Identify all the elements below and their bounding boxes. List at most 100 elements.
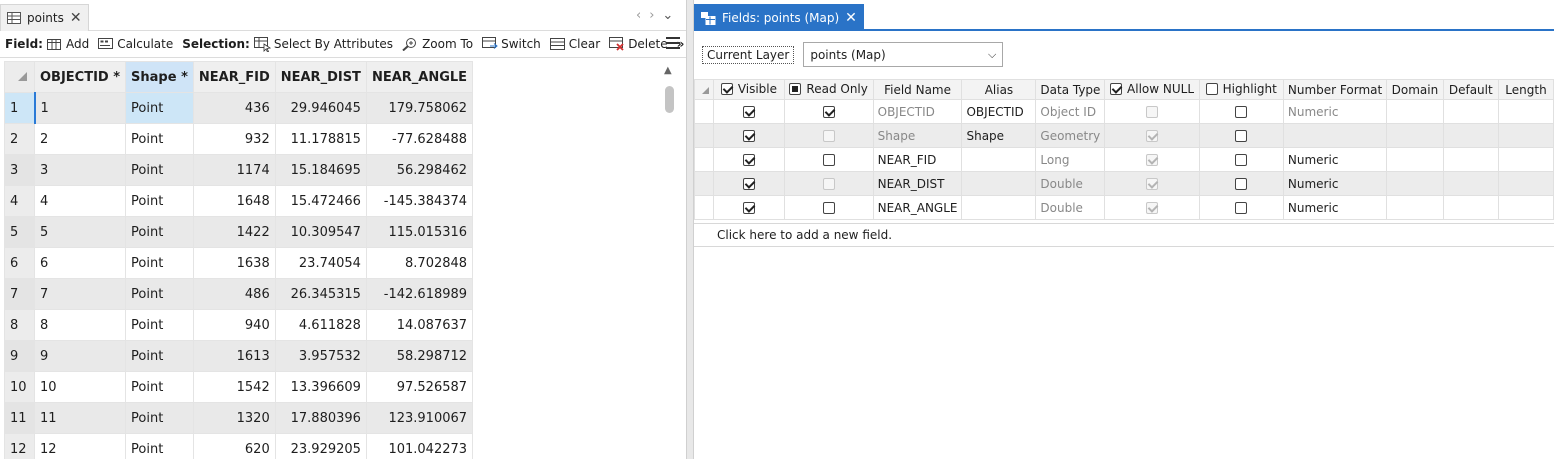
table-row[interactable]: 11 11 Point 1320 17.880396 123.910067 [4,402,474,434]
allow-null-checkbox[interactable] [1146,130,1159,142]
cell-alias[interactable]: Shape [961,123,1037,148]
table-row[interactable]: 9 9 Point 1613 3.957532 58.298712 [4,340,474,372]
cell-near-fid[interactable]: 1638 [192,247,276,279]
row-number[interactable]: 7 [4,278,35,310]
cell-length[interactable] [1497,171,1554,196]
cell-near-dist[interactable]: 4.611828 [274,309,367,341]
highlight-checkbox[interactable] [1235,130,1248,142]
cell-near-angle[interactable]: -145.384374 [365,185,474,217]
cell-read-only[interactable] [783,123,874,148]
cell-default[interactable] [1442,195,1499,220]
cell-objectid[interactable]: 4 [33,185,127,217]
menu-icon[interactable] [666,37,680,49]
scrollbar-thumb[interactable] [665,86,674,113]
cell-visible[interactable] [713,123,785,148]
cell-near-angle[interactable]: 101.042273 [365,433,474,459]
cell-data-type[interactable]: Double [1035,195,1106,220]
tab-fields-points[interactable]: Fields: points (Map) ✕ [694,4,864,31]
header-number-format[interactable]: Number Format [1282,79,1388,100]
current-layer-dropdown[interactable]: points (Map) ⌵ [803,42,1004,67]
cell-number-format[interactable]: Numeric [1282,99,1388,124]
row-handle[interactable] [693,147,715,172]
row-number[interactable]: 4 [4,185,35,217]
column-header-near-dist[interactable]: NEAR_DIST [274,61,367,93]
cell-near-fid[interactable]: 1613 [192,340,276,372]
cell-allow-null[interactable] [1104,123,1200,148]
cell-near-fid[interactable]: 620 [192,433,276,459]
add-field-button[interactable]: Add [46,37,89,51]
cell-default[interactable] [1442,171,1499,196]
cell-data-type[interactable]: Geometry [1035,123,1106,148]
row-handle[interactable] [693,171,715,196]
highlight-all-checkbox[interactable] [1205,82,1218,95]
cell-shape[interactable]: Point [125,371,194,403]
cell-highlight[interactable] [1198,171,1284,196]
table-row[interactable]: 6 6 Point 1638 23.74054 8.702848 [4,247,474,279]
cell-shape[interactable]: Point [125,185,194,217]
row-number[interactable]: 11 [4,402,35,434]
cell-visible[interactable] [713,147,785,172]
cell-objectid[interactable]: 9 [33,340,127,372]
table-row[interactable]: 3 3 Point 1174 15.184695 56.298462 [4,154,474,186]
cell-near-angle[interactable]: 8.702848 [365,247,474,279]
cell-shape[interactable]: Point [125,340,194,372]
table-row[interactable]: 7 7 Point 486 26.345315 -142.618989 [4,278,474,310]
cell-visible[interactable] [713,195,785,220]
cell-number-format[interactable]: Numeric [1282,195,1388,220]
cell-length[interactable] [1497,147,1554,172]
cell-field-name[interactable]: NEAR_DIST [872,171,963,196]
cell-near-dist[interactable]: 15.184695 [274,154,367,186]
cell-shape[interactable]: Point [125,123,194,155]
cell-near-fid[interactable]: 1422 [192,216,276,248]
cell-near-dist[interactable]: 11.178815 [274,123,367,155]
cell-near-angle[interactable]: 115.015316 [365,216,474,248]
row-number[interactable]: 12 [4,433,35,459]
cell-length[interactable] [1497,123,1554,148]
zoom-to-button[interactable]: Zoom To [402,37,473,51]
cell-read-only[interactable] [783,171,874,196]
cell-domain[interactable] [1386,171,1444,196]
field-row[interactable]: Shape Shape Geometry [693,123,1554,148]
table-row[interactable]: 5 5 Point 1422 10.309547 115.015316 [4,216,474,248]
cell-highlight[interactable] [1198,99,1284,124]
allow-null-checkbox[interactable] [1146,178,1159,190]
cell-near-angle[interactable]: 58.298712 [365,340,474,372]
header-data-type[interactable]: Data Type [1035,79,1106,100]
allow-null-checkbox[interactable] [1146,202,1159,214]
cell-objectid[interactable]: 7 [33,278,127,310]
cell-near-angle[interactable]: 123.910067 [365,402,474,434]
cell-number-format[interactable]: Numeric [1282,147,1388,172]
read-only-checkbox[interactable] [822,202,835,214]
highlight-checkbox[interactable] [1235,178,1248,190]
add-new-field-row[interactable]: Click here to add a new field. [694,223,1554,247]
cell-field-name[interactable]: Shape [872,123,963,148]
column-header-near-fid[interactable]: NEAR_FID [192,61,276,93]
cell-number-format[interactable] [1282,123,1388,148]
row-number[interactable]: 2 [4,123,35,155]
calculate-button[interactable]: Calculate [98,37,173,51]
visible-all-checkbox[interactable] [720,82,733,95]
cell-shape[interactable]: Point [125,278,194,310]
cell-field-name[interactable]: NEAR_FID [872,147,963,172]
cell-objectid[interactable]: 1 [33,92,127,124]
cell-near-angle[interactable]: 14.087637 [365,309,474,341]
cell-objectid[interactable]: 3 [33,154,127,186]
cell-near-dist[interactable]: 23.74054 [274,247,367,279]
cell-near-fid[interactable]: 486 [192,278,276,310]
cell-field-name[interactable]: NEAR_ANGLE [872,195,963,220]
pane-splitter[interactable] [686,0,694,459]
cell-objectid[interactable]: 12 [33,433,127,459]
cell-near-dist[interactable]: 3.957532 [274,340,367,372]
cell-near-angle[interactable]: -142.618989 [365,278,474,310]
highlight-checkbox[interactable] [1235,106,1248,118]
cell-allow-null[interactable] [1104,171,1200,196]
row-number[interactable]: 8 [4,309,35,341]
header-field-name[interactable]: Field Name [872,79,963,100]
cell-near-dist[interactable]: 17.880396 [274,402,367,434]
cell-objectid[interactable]: 11 [33,402,127,434]
cell-shape[interactable]: Point [125,433,194,459]
cell-near-dist[interactable]: 10.309547 [274,216,367,248]
close-icon[interactable]: ✕ [70,11,82,25]
cell-shape[interactable]: Point [125,92,194,124]
cell-near-dist[interactable]: 26.345315 [274,278,367,310]
